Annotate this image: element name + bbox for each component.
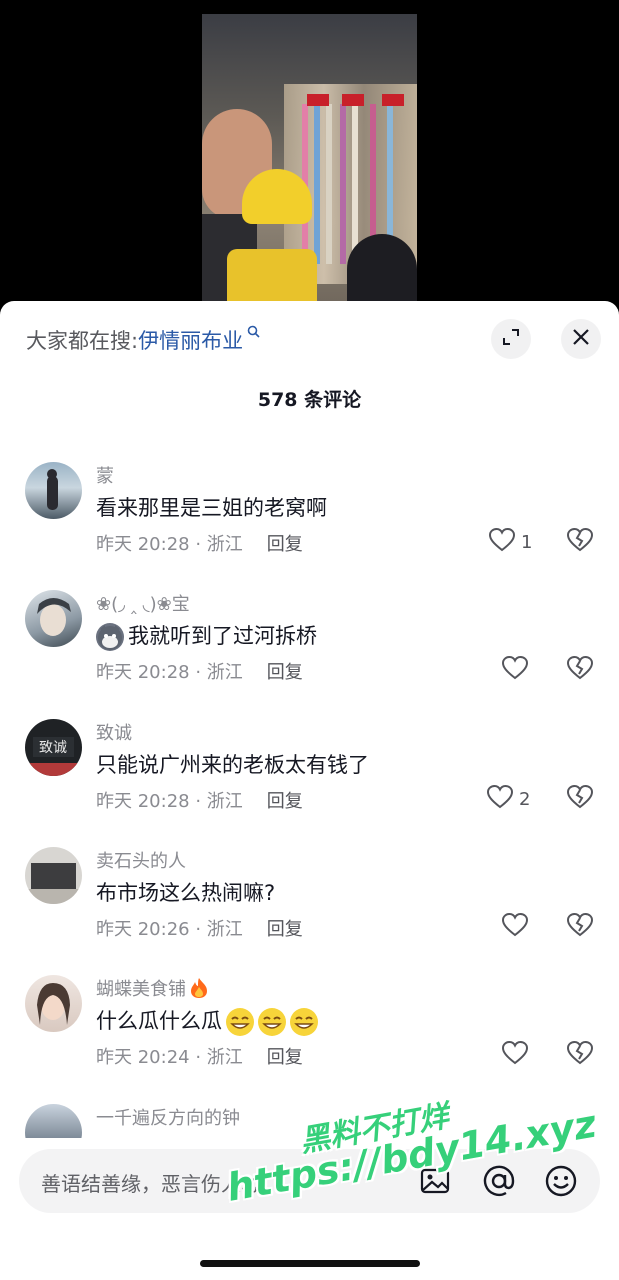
dog-face-emoji — [96, 623, 124, 651]
trending-search-prefix: 大家都在搜: — [26, 329, 139, 353]
comment-item: 蒙 看来那里是三姐的老窝啊 昨天 20:28 · 浙江 回复 1 — [0, 462, 619, 590]
comment-author[interactable]: ❀(◞ ‸ ◟)❀宝 — [96, 590, 190, 616]
comment-author-name: 蝴蝶美食铺 — [96, 979, 186, 1000]
heart-icon — [501, 912, 529, 942]
reply-button[interactable]: 回复 — [267, 791, 303, 812]
broken-heart-icon — [566, 655, 594, 684]
comment-meta: 昨天 20:28 · 浙江 回复 — [96, 530, 303, 556]
comment-time-location: 昨天 20:24 · 浙江 — [96, 1047, 243, 1068]
shop-sign — [342, 94, 364, 106]
like-button[interactable] — [501, 655, 529, 685]
dislike-button[interactable] — [566, 1040, 594, 1069]
like-count: 2 — [519, 789, 531, 810]
home-indicator[interactable] — [200, 1260, 420, 1267]
search-icon — [243, 325, 260, 342]
fabric-roll — [340, 104, 346, 264]
heart-icon — [488, 527, 516, 557]
avatar[interactable] — [25, 462, 82, 519]
comment-author[interactable]: 致诚 — [96, 719, 132, 745]
trending-search-keyword[interactable]: 伊情丽布业 — [138, 329, 243, 353]
dislike-button[interactable] — [566, 784, 594, 813]
comment-text: 什么瓜什么瓜 — [96, 1005, 322, 1036]
fire-icon — [189, 977, 209, 1004]
dislike-button[interactable] — [566, 912, 594, 941]
comment-author[interactable]: 蒙 — [96, 462, 114, 488]
svg-text:致诚: 致诚 — [39, 740, 67, 756]
heart-icon — [486, 784, 514, 814]
shop-sign — [307, 94, 329, 106]
grin-emoji — [226, 1008, 254, 1036]
avatar[interactable] — [25, 1104, 82, 1138]
like-button[interactable] — [501, 912, 529, 942]
comment-author[interactable]: 卖石头的人 — [96, 847, 186, 873]
comment-time-location: 昨天 20:28 · 浙江 — [96, 791, 243, 812]
shop-sign — [382, 94, 404, 106]
reply-button[interactable]: 回复 — [267, 662, 303, 683]
avatar[interactable]: 致诚 — [25, 719, 82, 776]
dislike-button[interactable] — [566, 655, 594, 684]
comment-item: 致诚 致诚 只能说广州来的老板太有钱了 昨天 20:28 · 浙江 回复 2 — [0, 719, 619, 847]
avatar[interactable] — [25, 975, 82, 1032]
video-player[interactable] — [0, 0, 619, 310]
avatar[interactable] — [25, 590, 82, 647]
comment-time-location: 昨天 20:26 · 浙江 — [96, 919, 243, 940]
comments-sheet: 大家都在搜:伊情丽布业 578 条评论 蒙 看来那里是三姐的老窝啊 昨天 20:… — [0, 301, 619, 1280]
comment-meta: 昨天 20:26 · 浙江 回复 — [96, 915, 303, 941]
grin-emoji — [258, 1008, 286, 1036]
fabric-roll — [314, 104, 320, 264]
grin-emoji — [290, 1008, 318, 1036]
expand-icon — [501, 327, 521, 351]
close-icon — [572, 328, 590, 350]
broken-heart-icon — [566, 784, 594, 813]
comment-text-content: 什么瓜什么瓜 — [96, 1009, 222, 1033]
comment-item: 卖石头的人 布市场这么热闹嘛? 昨天 20:26 · 浙江 回复 — [0, 847, 619, 975]
broken-heart-icon — [566, 1040, 594, 1069]
comment-time-location: 昨天 20:28 · 浙江 — [96, 662, 243, 683]
at-icon[interactable] — [482, 1164, 516, 1202]
emoji-icon[interactable] — [544, 1164, 578, 1202]
like-count: 1 — [521, 532, 533, 553]
comment-text: 布市场这么热闹嘛? — [96, 881, 276, 905]
comment-count-title: 578 条评论 — [257, 389, 362, 411]
close-button[interactable] — [561, 319, 601, 359]
comment-meta: 昨天 20:28 · 浙江 回复 — [96, 658, 303, 684]
broken-heart-icon — [566, 527, 594, 556]
person-head — [347, 234, 417, 310]
reply-button[interactable]: 回复 — [267, 919, 303, 940]
expand-button[interactable] — [491, 319, 531, 359]
comment-text: 我就听到了过河拆桥 — [96, 620, 317, 651]
like-button[interactable]: 1 — [488, 527, 533, 557]
comment-meta: 昨天 20:28 · 浙江 回复 — [96, 787, 303, 813]
comment-text: 只能说广州来的老板太有钱了 — [96, 753, 369, 777]
video-frame[interactable] — [202, 14, 417, 310]
comment-author[interactable]: 蝴蝶美食铺 — [96, 975, 209, 1004]
fabric-roll — [352, 104, 358, 264]
comment-time-location: 昨天 20:28 · 浙江 — [96, 534, 243, 555]
reply-button[interactable]: 回复 — [267, 1047, 303, 1068]
comment-text: 看来那里是三姐的老窝啊 — [96, 496, 327, 520]
heart-icon — [501, 655, 529, 685]
comment-meta: 昨天 20:24 · 浙江 回复 — [96, 1043, 303, 1069]
comment-item: ❀(◞ ‸ ◟)❀宝 我就听到了过河拆桥 昨天 20:28 · 浙江 回复 — [0, 590, 619, 718]
reply-button[interactable]: 回复 — [267, 534, 303, 555]
like-button[interactable]: 2 — [486, 784, 531, 814]
broken-heart-icon — [566, 912, 594, 941]
dislike-button[interactable] — [566, 527, 594, 556]
trending-search[interactable]: 大家都在搜:伊情丽布业 — [26, 325, 260, 355]
comment-text-content: 我就听到了过河拆桥 — [128, 624, 317, 648]
fabric-roll — [326, 104, 332, 264]
avatar[interactable] — [25, 847, 82, 904]
